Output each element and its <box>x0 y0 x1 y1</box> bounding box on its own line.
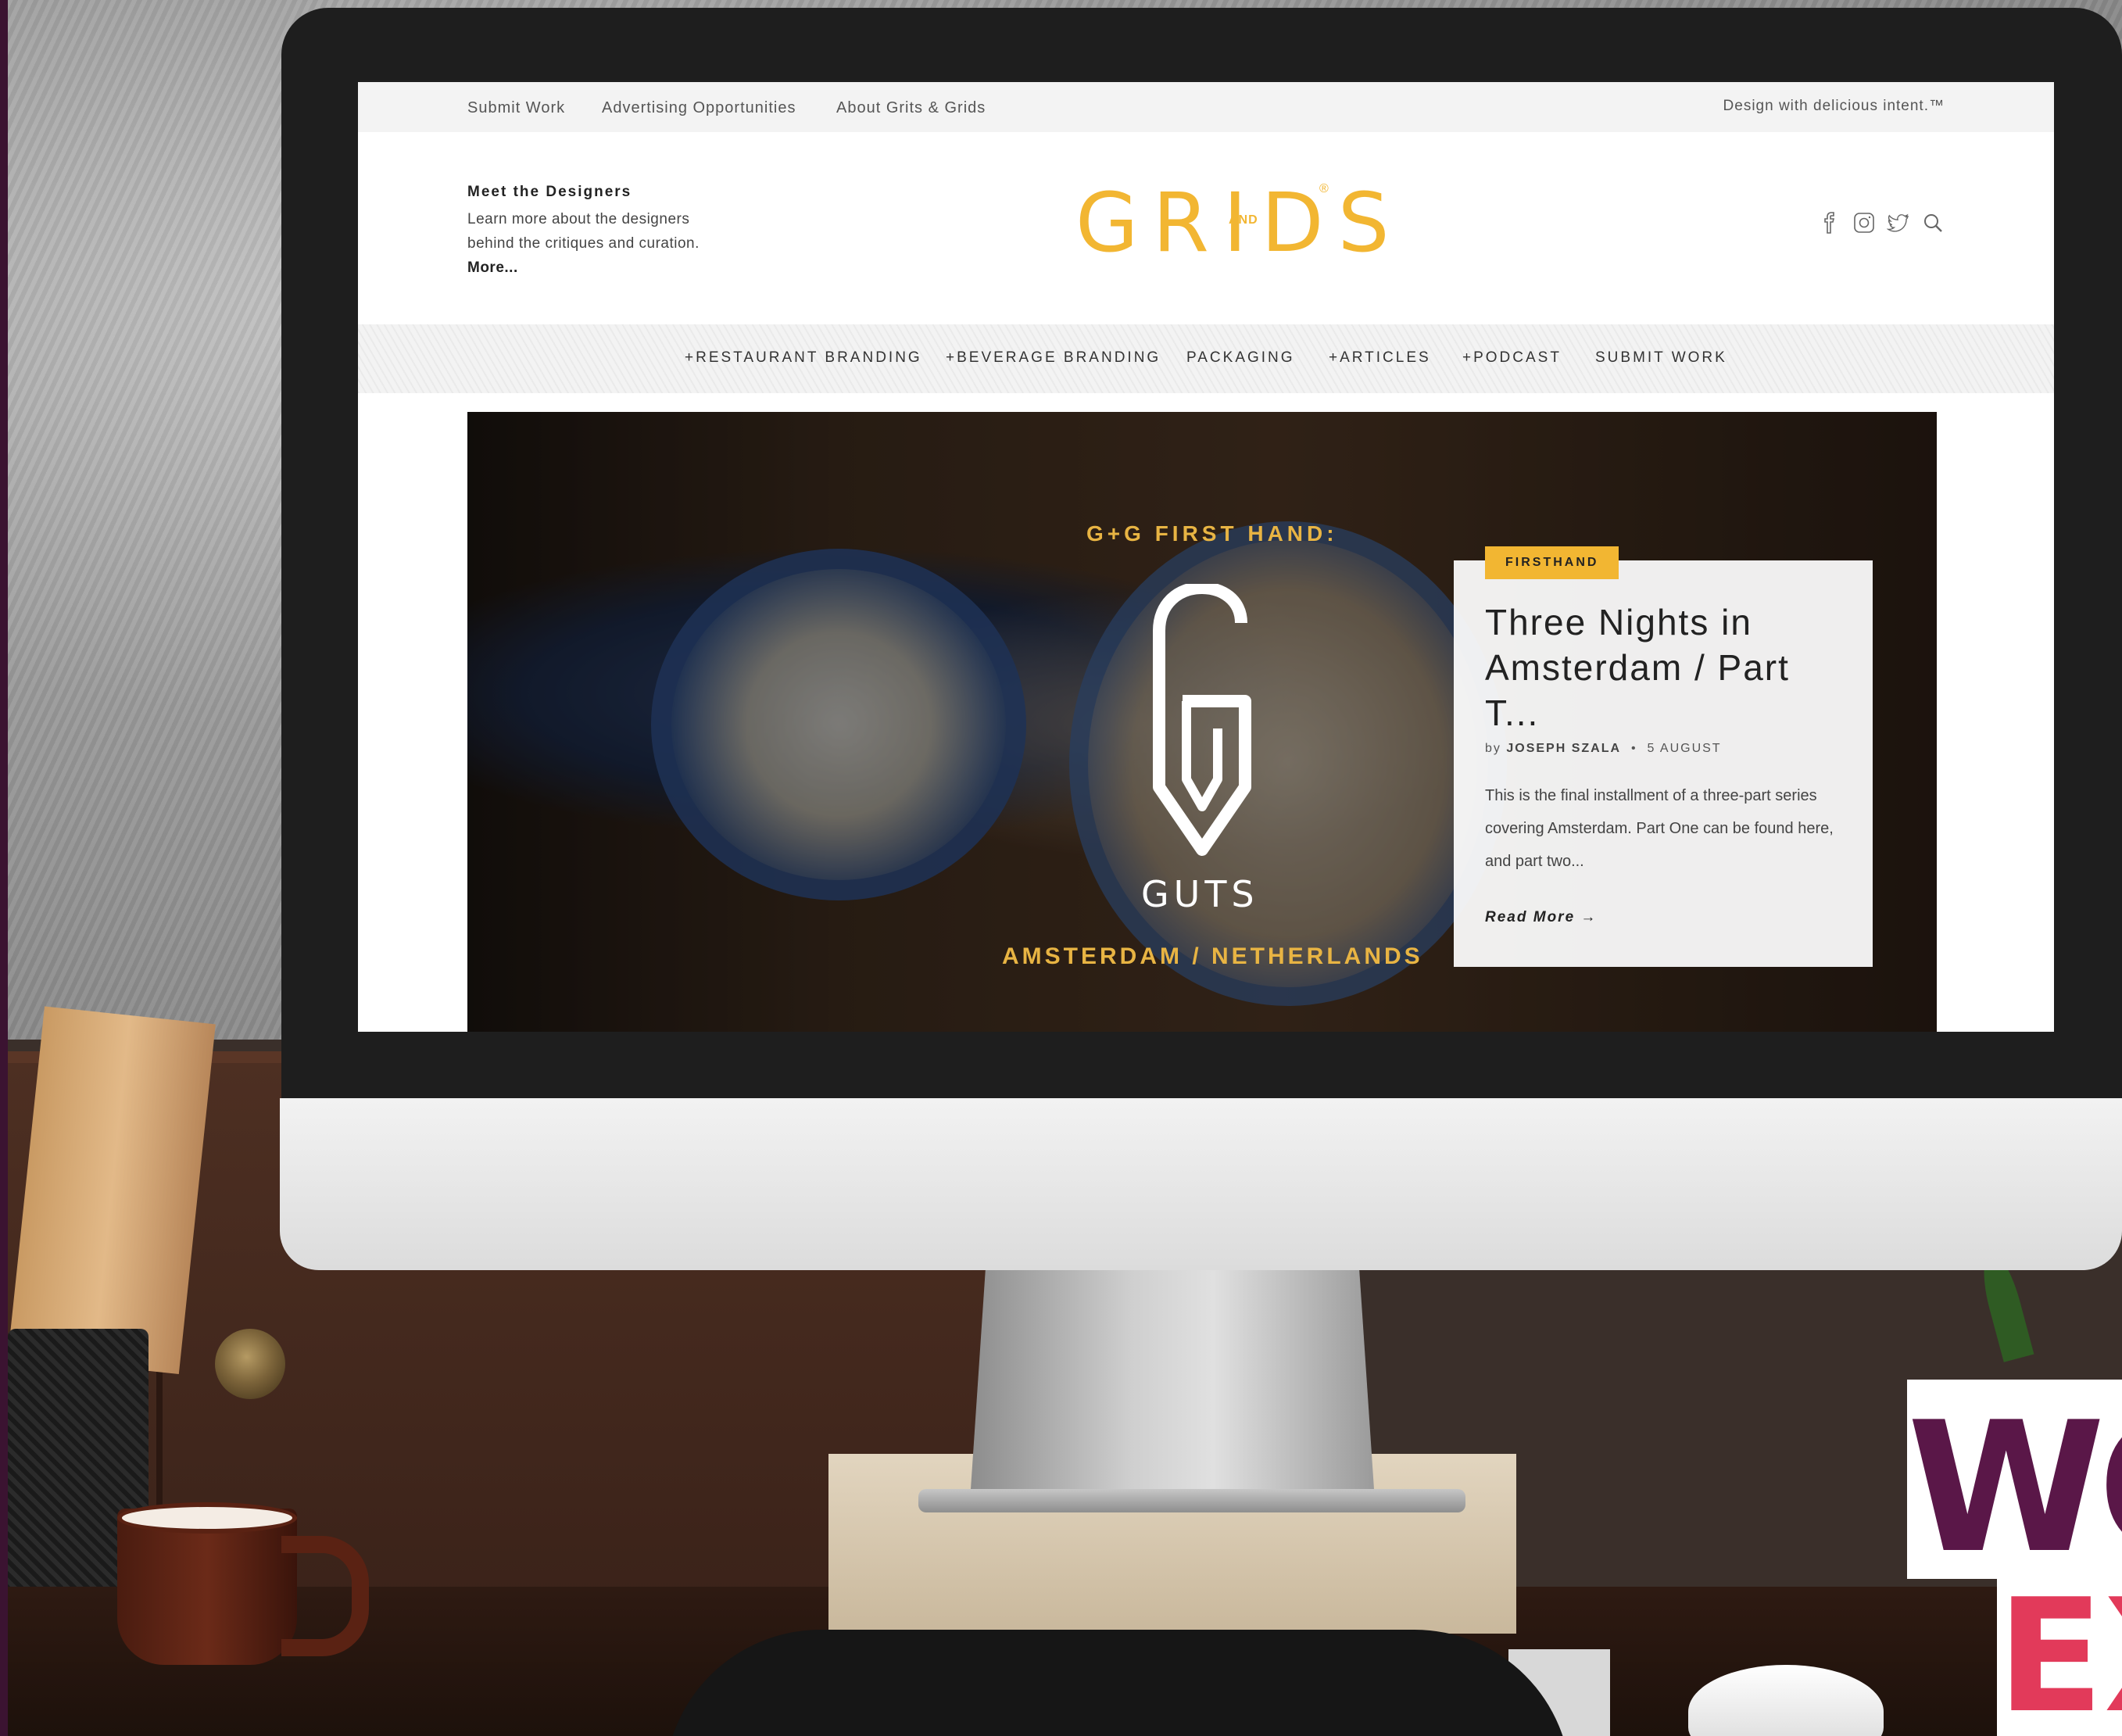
meet-designers-more-link[interactable]: More... <box>467 260 518 276</box>
meet-designers-description: Learn more about the designers behind th… <box>467 211 700 252</box>
imac-stand-foot <box>918 1489 1465 1512</box>
website-screen: Submit Work Advertising Opportunities Ab… <box>358 82 2054 1032</box>
site-tagline: Design with delicious intent.™ <box>1723 98 1945 114</box>
main-nav: +RESTAURANT BRANDING +BEVERAGE BRANDING … <box>358 324 2054 393</box>
cabinet-knob <box>215 1329 285 1399</box>
hero-kicker: G+G FIRST HAND: <box>1086 521 1338 546</box>
nav-restaurant-branding[interactable]: +RESTAURANT BRANDING <box>685 349 922 367</box>
coffee-cup-handle <box>281 1536 369 1656</box>
twitter-icon[interactable] <box>1886 211 1910 234</box>
post-date: 5 AUGUST <box>1647 742 1722 755</box>
submit-work-link[interactable]: Submit Work <box>467 99 565 117</box>
imac-stand <box>969 1270 1376 1512</box>
post-by: by <box>1485 742 1501 755</box>
meet-designers-text: Learn more about the designers behind th… <box>467 207 741 280</box>
facebook-icon[interactable] <box>1818 211 1841 234</box>
nav-articles[interactable]: +ARTICLES <box>1329 349 1431 367</box>
guts-wordmark: GUTS <box>1141 873 1259 915</box>
left-edge-strip <box>0 0 8 1736</box>
watermark-logo-line1: WO <box>1907 1384 2122 1593</box>
nav-packaging[interactable]: PACKAGING <box>1186 349 1295 367</box>
post-meta: by JOSEPH SZALA • 5 AUGUST <box>1485 742 1722 756</box>
social-icons <box>1818 211 1945 234</box>
nav-submit-work[interactable]: SUBMIT WORK <box>1595 349 1727 367</box>
advertising-link[interactable]: Advertising Opportunities <box>602 99 796 117</box>
hero-location: AMSTERDAM / NETHERLANDS <box>1002 943 1423 969</box>
post-title[interactable]: Three Nights in Amsterdam / Part T... <box>1485 600 1837 736</box>
post-excerpt: This is the final installment of a three… <box>1485 787 1834 870</box>
top-utility-bar: Submit Work Advertising Opportunities Ab… <box>358 82 2054 132</box>
category-badge[interactable]: FIRSTHAND <box>1485 546 1619 579</box>
post-author[interactable]: JOSEPH SZALA <box>1506 742 1621 755</box>
featured-post-card: FIRSTHAND Three Nights in Amsterdam / Pa… <box>1454 546 1873 967</box>
nav-beverage-branding[interactable]: +BEVERAGE BRANDING <box>946 349 1161 367</box>
featured-hero[interactable]: G+G FIRST HAND: GUTS AMSTERDAM / NETHERL… <box>467 412 1937 1032</box>
instagram-icon[interactable] <box>1852 211 1876 234</box>
coffee-cup-rim <box>117 1502 297 1534</box>
search-icon[interactable] <box>1921 211 1945 234</box>
meet-designers-title: Meet the Designers <box>467 184 632 200</box>
guts-logo-icon <box>1153 584 1251 856</box>
site-logo[interactable]: GRIDS AND ® <box>1075 176 1390 270</box>
read-more-link[interactable]: Read More → <box>1485 909 1597 926</box>
logo-and: AND <box>1229 213 1258 227</box>
meta-separator: • <box>1630 742 1637 755</box>
logo-registered: ® <box>1319 182 1329 195</box>
nav-podcast[interactable]: +PODCAST <box>1462 349 1562 367</box>
imac-chin <box>280 1098 2122 1270</box>
cork-notebook <box>8 1006 216 1374</box>
about-link[interactable]: About Grits & Grids <box>836 99 986 117</box>
watermark-logo-line2: EX <box>1997 1566 2122 1736</box>
chair-back <box>664 1630 1571 1736</box>
